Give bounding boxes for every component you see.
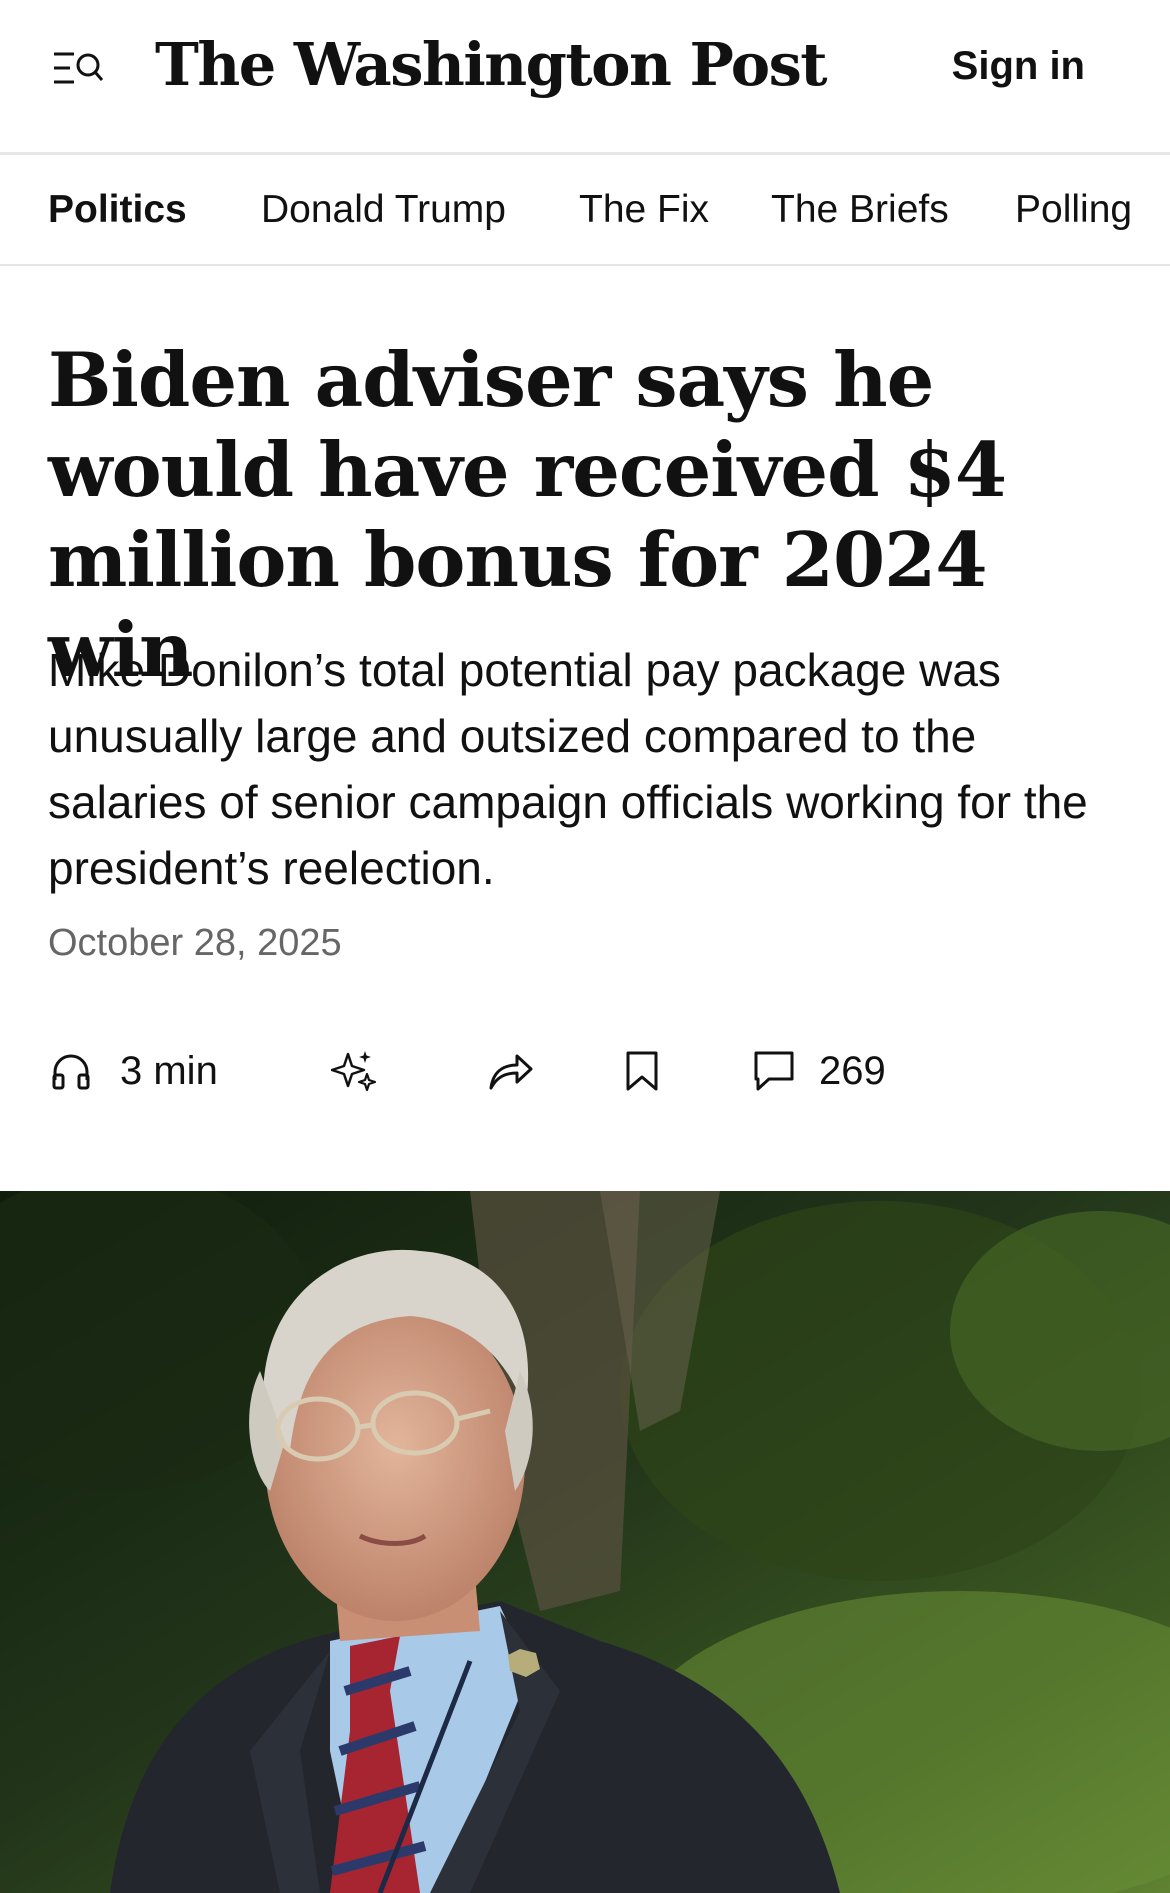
share-arrow-icon (487, 1048, 533, 1094)
sparkles-icon (331, 1048, 377, 1094)
comment-count: 269 (819, 1048, 886, 1093)
nav-item-politics[interactable]: Politics (48, 188, 187, 232)
ai-summary-button[interactable] (331, 1040, 377, 1102)
bookmark-icon (625, 1050, 659, 1092)
nav-item-polling[interactable]: Polling (1015, 188, 1132, 232)
headphones-icon (50, 1050, 92, 1092)
lead-photo (0, 1191, 1170, 1893)
section-nav: Politics Donald Trump The Fix The Briefs… (0, 158, 1170, 266)
listen-button[interactable]: 3 min (50, 1040, 218, 1102)
nav-item-the-briefs[interactable]: The Briefs (771, 188, 949, 232)
comments-button[interactable]: 269 (753, 1040, 886, 1102)
bookmark-button[interactable] (625, 1040, 659, 1102)
article-dek: Mike Donilon’s total potential pay packa… (48, 644, 1088, 894)
listen-duration: 3 min (120, 1048, 218, 1093)
site-logo[interactable]: The Washington Post (155, 30, 828, 99)
share-button[interactable] (487, 1040, 533, 1102)
nav-item-donald-trump[interactable]: Donald Trump (261, 188, 506, 232)
article-date: October 28, 2025 (48, 922, 342, 964)
comment-icon (753, 1050, 795, 1092)
article-actions: 3 min 269 (0, 1040, 1170, 1102)
sign-in-button[interactable]: Sign in (952, 44, 1085, 89)
site-header: The Washington Post Sign in (0, 0, 1170, 155)
menu-search-icon[interactable] (52, 48, 104, 88)
nav-item-the-fix[interactable]: The Fix (579, 188, 709, 232)
